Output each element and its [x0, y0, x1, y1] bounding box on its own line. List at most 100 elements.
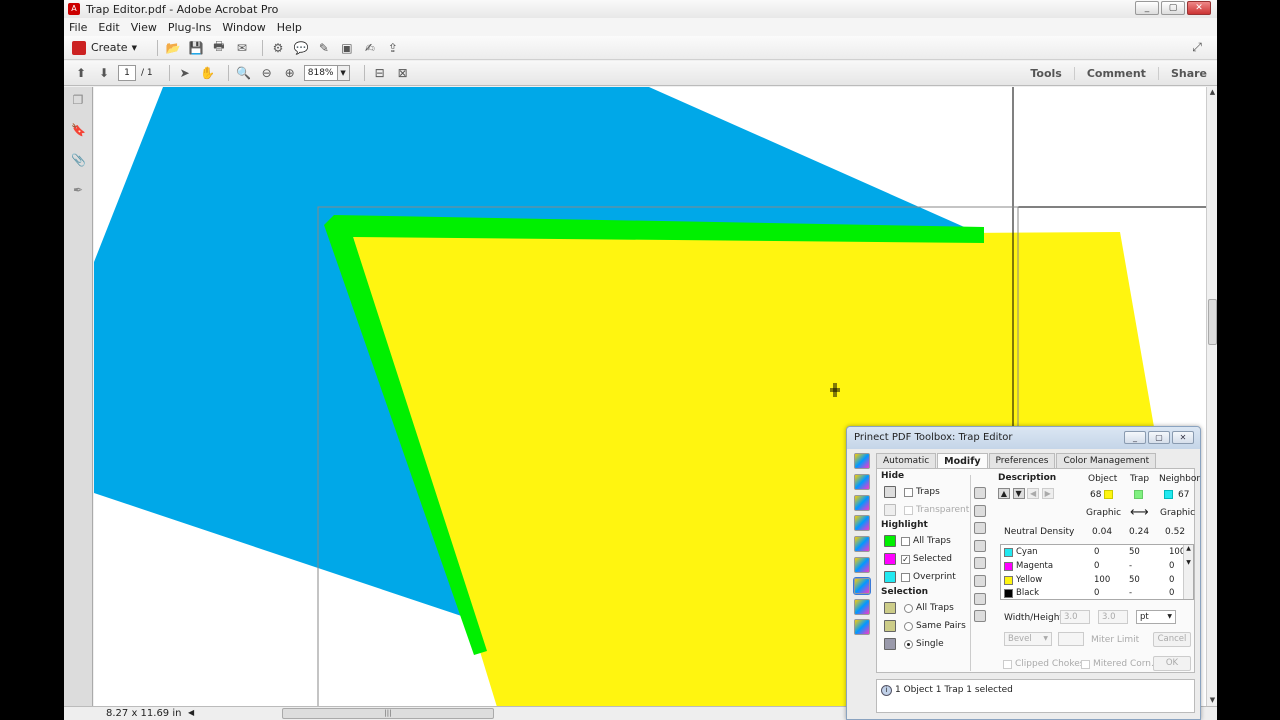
toolbox-tool-icon[interactable]	[854, 473, 870, 490]
create-button[interactable]: Create ▼	[72, 40, 137, 55]
tools-link[interactable]: Tools	[1018, 67, 1061, 80]
comment-link[interactable]: Comment	[1073, 67, 1146, 80]
scroll-down-icon[interactable]: ▼	[1207, 696, 1217, 706]
trap-action-icon[interactable]	[974, 592, 986, 605]
highlight-all-traps-checkbox[interactable]	[901, 537, 910, 546]
ok-button[interactable]: OK	[1153, 656, 1191, 671]
stamp-icon[interactable]: ▣	[338, 39, 356, 57]
cancel-button[interactable]: Cancel	[1153, 632, 1191, 647]
toolbox-tool-icon[interactable]	[854, 619, 870, 636]
delete-trap-icon[interactable]	[974, 522, 986, 535]
trap-action-icon[interactable]	[974, 574, 986, 587]
selection-single-radio[interactable]	[904, 640, 913, 649]
highlight-selected-color-swatch[interactable]	[884, 553, 896, 565]
close-icon[interactable]: ✕	[1187, 1, 1211, 15]
sign-icon[interactable]: ✍	[361, 39, 379, 57]
selection-same-pairs-radio[interactable]	[904, 622, 913, 631]
zoom-input[interactable]: 818%	[303, 65, 338, 81]
horizontal-scroll-thumb[interactable]: |||	[282, 708, 494, 719]
trap-action-icon[interactable]	[974, 504, 986, 517]
minimize-icon[interactable]: _	[1135, 1, 1159, 15]
join-style-select[interactable]: Bevel ▼	[1004, 632, 1052, 646]
open-icon[interactable]: 📂	[164, 39, 182, 57]
vertical-scrollbar[interactable]: ▲ ▼	[1206, 87, 1217, 707]
tab-automatic[interactable]: Automatic	[876, 453, 937, 468]
menu-file[interactable]: File	[69, 21, 87, 34]
print-icon[interactable]: 🖶	[210, 39, 228, 57]
dialog-maximize-icon[interactable]: ▢	[1148, 431, 1170, 444]
settings-icon[interactable]: ⚙	[269, 39, 287, 57]
zoom-out-icon[interactable]: ⊖	[258, 64, 276, 82]
ink-row-magenta[interactable]: Magenta 0 - 0	[1004, 561, 1184, 573]
maximize-icon[interactable]: ▢	[1161, 1, 1185, 15]
trap-action-icon[interactable]	[974, 487, 986, 499]
highlight-all-color-swatch[interactable]	[884, 535, 896, 547]
last-trap-icon[interactable]: ▶	[1041, 488, 1054, 499]
expand-icon[interactable]: ⤢	[1188, 39, 1206, 57]
swap-direction-icon[interactable]: ⟷	[1130, 505, 1149, 520]
next-page-icon[interactable]: ⬇	[95, 64, 113, 82]
page-number-input[interactable]: 1	[118, 65, 136, 81]
share-link[interactable]: Share	[1157, 67, 1207, 80]
marquee-zoom-icon[interactable]: 🔍	[235, 64, 253, 82]
select-tool-icon[interactable]: ➤	[176, 64, 194, 82]
prev-page-icon[interactable]: ⬆	[72, 64, 90, 82]
share-doc-icon[interactable]: ⇪	[384, 39, 402, 57]
comment-icon[interactable]: 💬	[292, 39, 310, 57]
dialog-close-icon[interactable]: ✕	[1172, 431, 1194, 444]
hide-traps-checkbox[interactable]	[904, 488, 913, 497]
highlight-overprint-checkbox[interactable]	[901, 573, 910, 582]
trap-action-icon[interactable]	[974, 610, 986, 623]
highlight-overprint-color-swatch[interactable]	[884, 571, 896, 583]
trap-action-icon[interactable]	[974, 539, 986, 552]
fit-width-icon[interactable]: ⊠	[394, 64, 412, 82]
previous-trap-icon[interactable]: ▲	[998, 488, 1010, 499]
trap-height-input[interactable]: 3.0	[1098, 610, 1128, 624]
trap-action-icon[interactable]	[974, 557, 986, 570]
clipped-chokes-checkbox[interactable]	[1003, 660, 1012, 669]
toolbox-tool-icon[interactable]	[854, 556, 870, 573]
bookmarks-icon[interactable]: 🔖	[71, 123, 86, 137]
scroll-up-icon[interactable]: ▲	[1207, 88, 1217, 98]
toolbox-tool-icon[interactable]	[854, 515, 870, 532]
zoom-dropdown-icon[interactable]: ▼	[337, 65, 350, 81]
hand-tool-icon[interactable]: ✋	[199, 64, 217, 82]
menu-edit[interactable]: Edit	[98, 21, 119, 34]
signatures-icon[interactable]: ✒	[71, 183, 85, 197]
trap-width-input[interactable]: 3.0	[1060, 610, 1090, 624]
menu-view[interactable]: View	[131, 21, 157, 34]
next-trap-icon[interactable]: ▼	[1012, 488, 1025, 499]
scroll-left-icon[interactable]: ◀	[188, 708, 194, 717]
email-icon[interactable]: ✉	[233, 39, 251, 57]
hide-transparent-checkbox[interactable]	[904, 506, 913, 515]
tab-modify[interactable]: Modify	[937, 453, 988, 468]
menu-help[interactable]: Help	[277, 21, 302, 34]
ink-row-cyan[interactable]: Cyan 0 50 100	[1004, 547, 1185, 559]
highlight-icon[interactable]: ✎	[315, 39, 333, 57]
attachments-icon[interactable]: 📎	[71, 153, 86, 167]
toolbox-tool-icon[interactable]	[854, 598, 870, 615]
selection-all-traps-radio[interactable]	[904, 604, 913, 613]
tab-preferences[interactable]: Preferences	[988, 453, 1056, 468]
pages-panel-icon[interactable]: ❐	[71, 93, 85, 107]
menu-plugins[interactable]: Plug-Ins	[168, 21, 212, 34]
toolbox-tool-icon[interactable]	[854, 536, 870, 553]
dialog-title-bar[interactable]: Prinect PDF Toolbox: Trap Editor _ ▢ ✕	[847, 427, 1200, 449]
scroll-thumb[interactable]	[1208, 299, 1217, 345]
fit-page-icon[interactable]: ⊟	[371, 64, 389, 82]
tab-color-management[interactable]: Color Management	[1056, 453, 1157, 468]
mitered-corners-checkbox[interactable]	[1081, 660, 1090, 669]
ink-row-black[interactable]: Black 0 - 0	[1004, 588, 1184, 600]
dialog-minimize-icon[interactable]: _	[1124, 431, 1146, 444]
menu-window[interactable]: Window	[222, 21, 265, 34]
save-icon[interactable]: 💾	[187, 39, 205, 57]
highlight-selected-checkbox[interactable]: ✓	[901, 555, 910, 564]
ink-table-scrollbar[interactable]: ▲ ▼	[1183, 545, 1193, 599]
toolbox-tool-icon[interactable]	[854, 494, 870, 511]
miter-limit-input[interactable]	[1058, 632, 1084, 646]
trap-editor-tool-icon[interactable]	[853, 576, 871, 595]
first-trap-icon[interactable]: ◀	[1027, 488, 1040, 499]
zoom-in-icon[interactable]: ⊕	[281, 64, 299, 82]
unit-select[interactable]: pt ▼	[1136, 610, 1176, 624]
toolbox-tool-icon[interactable]	[854, 453, 870, 469]
